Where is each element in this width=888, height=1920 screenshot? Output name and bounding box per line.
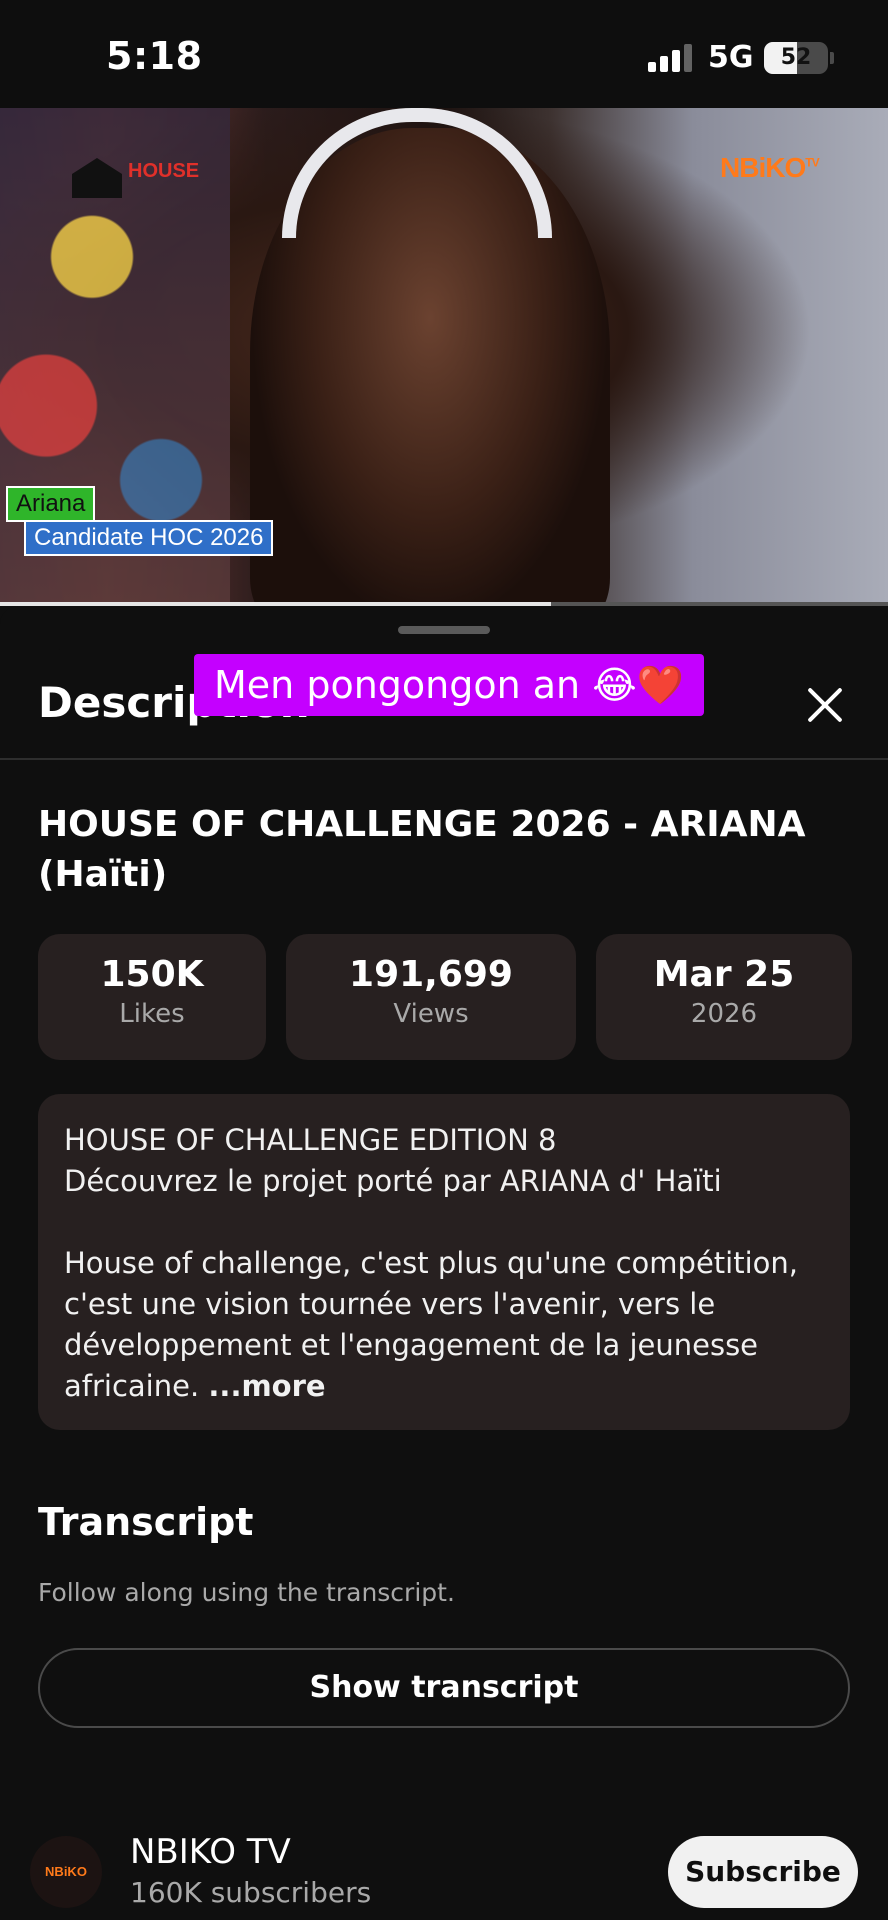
date-stat: Mar 25 2026 bbox=[596, 934, 852, 1060]
views-label: Views bbox=[393, 999, 469, 1029]
nbiko-tv-logo: NBiKOTV bbox=[720, 152, 820, 184]
candidate-name-tag: Ariana bbox=[6, 486, 96, 522]
drag-handle[interactable] bbox=[398, 626, 490, 634]
transcript-subtitle: Follow along using the transcript. bbox=[38, 1578, 455, 1607]
status-time: 5:18 bbox=[106, 34, 203, 78]
divider bbox=[0, 758, 888, 760]
house-logo-text: HOUSE bbox=[128, 160, 200, 182]
views-value: 191,699 bbox=[349, 954, 513, 995]
show-transcript-button[interactable]: Show transcript bbox=[38, 1648, 850, 1728]
house-of-challenge-logo: HOUSE bbox=[72, 152, 212, 202]
battery-icon: 52 bbox=[764, 42, 828, 74]
likes-label: Likes bbox=[119, 999, 185, 1029]
video-player[interactable]: HOUSE NBiKOTV Ariana Candidate HOC 2026 bbox=[0, 108, 888, 604]
description-text: HOUSE OF CHALLENGE EDITION 8 Découvrez l… bbox=[64, 1120, 824, 1407]
battery-tip bbox=[830, 52, 834, 64]
views-stat: 191,699 Views bbox=[286, 934, 576, 1060]
channel-avatar[interactable]: NBiKO bbox=[30, 1836, 102, 1908]
network-type: 5G bbox=[708, 40, 754, 75]
transcript-heading: Transcript bbox=[38, 1500, 254, 1544]
date-value: Mar 25 bbox=[653, 954, 795, 995]
description-box[interactable]: HOUSE OF CHALLENGE EDITION 8 Découvrez l… bbox=[38, 1094, 850, 1430]
close-icon[interactable] bbox=[802, 682, 848, 728]
status-bar: 5:18 5G 52 bbox=[0, 0, 888, 108]
date-year: 2026 bbox=[690, 999, 758, 1029]
description-sheet: Description HOUSE OF CHALLENGE 2026 - AR… bbox=[0, 606, 888, 1920]
nbiko-logo-text: NBiKO bbox=[720, 152, 806, 183]
signal-icon bbox=[648, 44, 694, 72]
more-link[interactable]: ...more bbox=[208, 1369, 325, 1403]
house-icon bbox=[72, 158, 122, 198]
subscribe-button[interactable]: Subscribe bbox=[668, 1836, 858, 1908]
nbiko-logo-sup: TV bbox=[805, 155, 819, 170]
likes-stat: 150K Likes bbox=[38, 934, 266, 1060]
channel-subscribers: 160K subscribers bbox=[130, 1876, 372, 1909]
likes-value: 150K bbox=[100, 954, 204, 995]
overlay-caption: Men pongongon an 😂❤️ bbox=[194, 654, 704, 716]
channel-name[interactable]: NBIKO TV bbox=[130, 1832, 291, 1872]
video-headband bbox=[282, 108, 552, 238]
candidate-role-tag: Candidate HOC 2026 bbox=[24, 520, 274, 556]
video-title: HOUSE OF CHALLENGE 2026 - ARIANA (Haïti) bbox=[38, 804, 806, 895]
description-body: HOUSE OF CHALLENGE EDITION 8 Découvrez l… bbox=[64, 1123, 798, 1403]
battery-percent: 52 bbox=[780, 45, 812, 70]
